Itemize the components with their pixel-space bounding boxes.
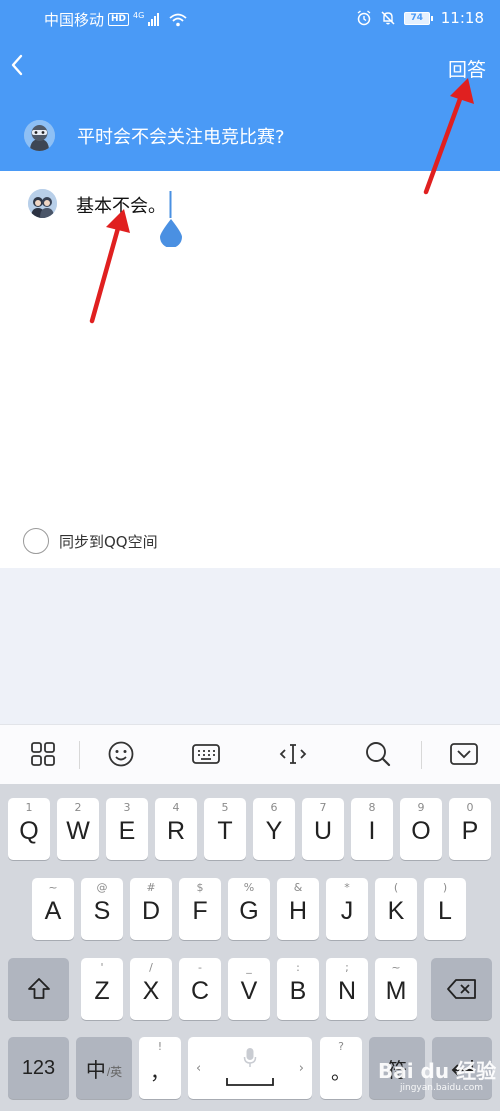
user-avatar <box>28 189 57 218</box>
period-key[interactable]: ?。 <box>320 1037 362 1099</box>
search-icon <box>366 742 391 767</box>
shift-key[interactable] <box>8 958 69 1020</box>
keyboard-icon <box>192 744 220 764</box>
key-c[interactable]: -C <box>179 958 221 1020</box>
baidu-jingyan-watermark: Bai du 经验 <box>378 1059 497 1083</box>
key-h[interactable]: & H <box>277 878 319 940</box>
key-q[interactable]: 1Q <box>8 798 50 860</box>
battery-icon: 74 <box>403 11 433 25</box>
clock: 11:18 <box>440 9 484 27</box>
couple-avatar-icon <box>28 189 57 218</box>
search-button[interactable] <box>363 739 393 769</box>
keyboard-toolbar <box>0 724 500 784</box>
carrier-label: 中国移动 <box>44 11 105 29</box>
space-key[interactable]: ‹ › <box>188 1037 312 1099</box>
key-d[interactable]: # D <box>130 878 172 940</box>
hd-badge: HD <box>108 13 130 26</box>
numbers-key[interactable]: 123 <box>8 1037 69 1099</box>
annotation-arrow-to-answer-button <box>423 78 474 195</box>
key-k[interactable]: (K <box>375 878 417 940</box>
mute-bell-icon <box>381 11 395 25</box>
smiley-icon <box>108 741 134 767</box>
status-bar: 中国移动 HD 4G 74 11:18 <box>0 0 500 36</box>
key-z[interactable]: ' Z <box>81 958 123 1020</box>
question-title: 平时会不会关注电竞比赛? <box>77 126 285 148</box>
watermark-url: jingyan.baidu.com <box>400 1083 484 1093</box>
shift-arrow-icon <box>27 978 50 999</box>
hide-keyboard-button[interactable] <box>449 739 479 769</box>
apps-grid-button[interactable] <box>28 739 58 769</box>
text-cursor-handle-icon[interactable] <box>158 191 184 247</box>
key-e[interactable]: 3E <box>106 798 148 860</box>
key-x[interactable]: / X <box>130 958 172 1020</box>
key-a[interactable]: ~ A <box>32 878 74 940</box>
key-i[interactable]: 8I <box>351 798 393 860</box>
cursor-move-button[interactable] <box>278 739 308 769</box>
wifi-icon <box>169 13 187 26</box>
back-button[interactable] <box>6 48 30 82</box>
key-t[interactable]: 5T <box>204 798 246 860</box>
key-u[interactable]: 7U <box>302 798 344 860</box>
key-v[interactable]: _ V <box>228 958 270 1020</box>
key-j[interactable]: * J <box>326 878 368 940</box>
key-y[interactable]: 6Y <box>253 798 295 860</box>
comma-key[interactable]: !， <box>139 1037 181 1099</box>
key-o[interactable]: 9O <box>400 798 442 860</box>
backspace-icon <box>446 979 476 999</box>
alarm-icon <box>357 10 371 26</box>
network-type: 4G <box>133 11 145 20</box>
sync-label: 同步到QQ空间 <box>59 532 158 551</box>
key-s[interactable]: @ S <box>81 878 123 940</box>
microphone-icon <box>243 1048 257 1067</box>
grid-icon <box>31 742 55 766</box>
chevron-left-icon <box>11 54 23 76</box>
lang-key-main: 中 <box>85 1059 106 1082</box>
key-n[interactable]: ; N <box>326 958 368 1020</box>
question-avatar <box>24 120 55 151</box>
backspace-key[interactable] <box>431 958 492 1020</box>
language-switch-key[interactable]: 中/英 <box>76 1037 132 1099</box>
signal-icon <box>148 13 160 26</box>
answer-editor[interactable]: 基本不会。 同步到QQ空间 <box>0 171 500 568</box>
masked-character-icon <box>24 120 55 151</box>
key-w[interactable]: 2W <box>57 798 99 860</box>
key-g[interactable]: % G <box>228 878 270 940</box>
question-row: 平时会不会关注电竞比赛? <box>24 120 285 151</box>
key-p[interactable]: 0P <box>449 798 491 860</box>
sync-radio-button[interactable] <box>23 528 49 554</box>
key-l[interactable]: ) L <box>424 878 466 940</box>
keyboard-layout-button[interactable] <box>191 739 221 769</box>
key-f[interactable]: $ F <box>179 878 221 940</box>
sync-qzone-option[interactable]: 同步到QQ空间 <box>23 528 158 554</box>
collapse-keyboard-icon <box>450 743 478 765</box>
battery-level: 74 <box>403 11 430 25</box>
key-b[interactable]: :B <box>277 958 319 1020</box>
space-bar-icon <box>226 1078 274 1086</box>
annotation-arrow-to-answer-text <box>89 209 130 324</box>
cursor-move-icon <box>279 744 307 764</box>
key-r[interactable]: 4R <box>155 798 197 860</box>
key-m[interactable]: ~ M <box>375 958 417 1020</box>
emoji-button[interactable] <box>106 739 136 769</box>
lang-key-sub: /英 <box>106 1064 123 1079</box>
